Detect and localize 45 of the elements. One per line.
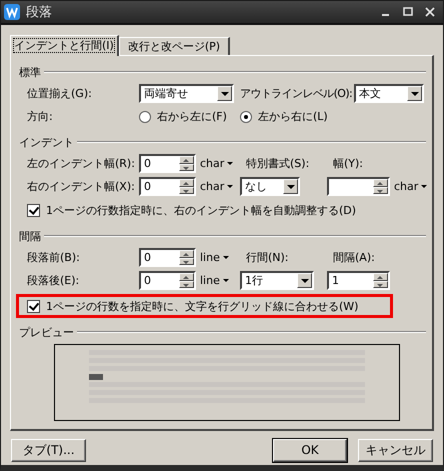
alignment-dropdown[interactable]: 両端寄せ [139,84,234,103]
app-icon [4,4,20,20]
dialog-button[interactable]: キャンセル [358,438,433,462]
radio-option[interactable]: 右から左に(F) [139,109,240,124]
maximize-icon[interactable] [403,7,413,17]
special-format-dropdown[interactable]: なし [240,177,300,196]
unit-dropdown[interactable]: char [200,157,240,170]
outline-level-dropdown[interactable]: 本文 [354,84,424,103]
spin-field[interactable]: 0 [139,271,196,290]
checkbox-label: 1ページの行数指定時に、右のインデント幅を自動調整する(D) [46,203,356,218]
spin-field[interactable]: 1 [327,271,390,290]
section-title: プレビュー [19,324,74,340]
dialog-button[interactable]: OK [273,438,347,462]
field-label: 行間(N): [246,250,290,265]
unit-dropdown[interactable]: line [200,274,240,287]
field-label: アウトラインレベル(O): [240,86,352,101]
spin-field[interactable] [327,177,390,196]
dialog-button[interactable]: タブ(T)... [11,438,86,462]
checkbox[interactable] [27,204,40,217]
section-title: 標準 [19,64,41,80]
field-label: 間隔(A): [333,250,375,265]
unit-dropdown[interactable]: char [394,180,434,193]
checkbox-label: 1ページの行数を指定時に、文字を行グリッド線に合わせる(W) [46,299,358,314]
line-spacing-dropdown[interactable]: 1行 [240,271,314,290]
checkbox[interactable] [27,300,40,313]
tab[interactable]: 改行と改ページ(P) [118,37,230,56]
field-label: 右のインデント幅(X): [27,179,136,194]
field-label: 段落後(E): [27,273,80,288]
tab[interactable]: インデントと行間(I) [10,35,119,56]
field-label: 段落前(B): [27,250,81,265]
radio-option[interactable]: 左から右に(L) [240,109,328,124]
field-label: 左のインデント幅(R): [27,156,136,171]
section-title: インデント [19,134,74,150]
unit-dropdown[interactable]: line [200,251,240,264]
field-label: 特別書式(S): [246,156,310,171]
spin-field[interactable]: 0 [139,248,196,267]
field-label: 方向: [27,109,54,124]
close-icon[interactable] [425,7,435,17]
field-label: 位置揃え(G): [27,86,93,101]
field-label: 幅(Y): [333,156,364,171]
unit-dropdown[interactable]: char [200,180,240,193]
section-title: 間隔 [19,228,41,244]
spin-field[interactable]: 0 [139,154,196,173]
spin-field[interactable]: 0 [139,177,196,196]
window-title: 段落 [26,4,52,21]
